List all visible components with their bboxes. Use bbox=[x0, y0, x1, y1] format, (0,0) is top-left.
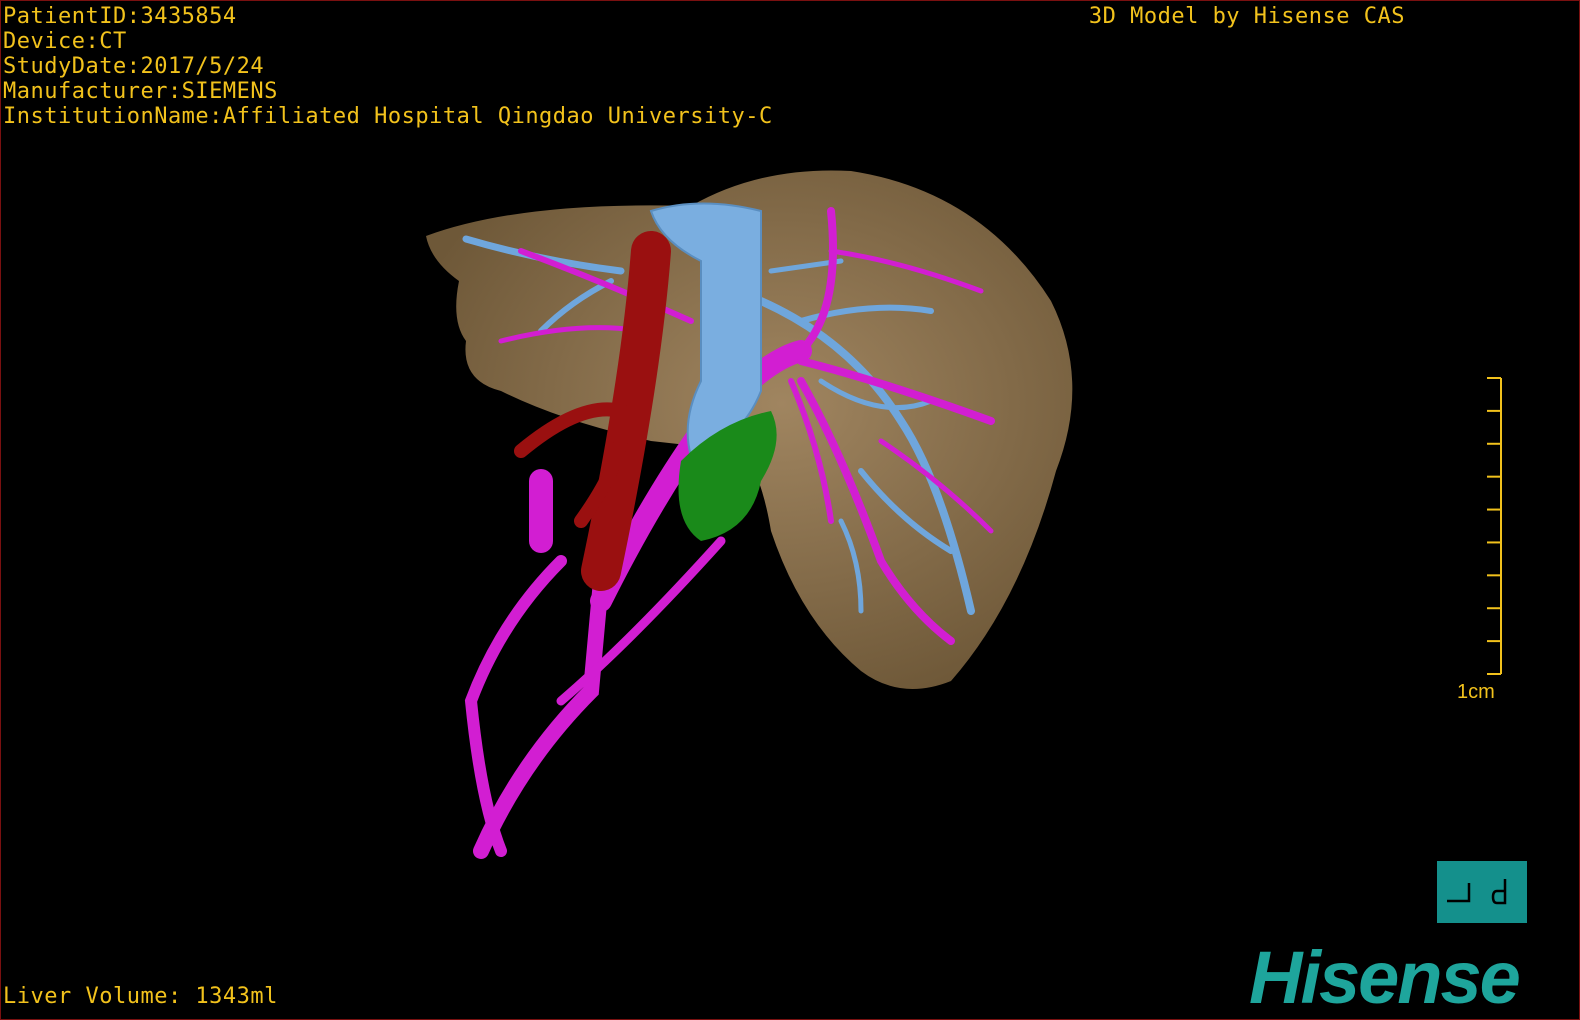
manufacturer: Manufacturer:SIEMENS bbox=[3, 79, 278, 104]
scale-bar bbox=[1487, 377, 1502, 675]
3d-viewport[interactable]: PatientID:3435854 Device:CT StudyDate:2017… bbox=[0, 0, 1580, 1020]
liver-3d-model[interactable] bbox=[1, 1, 1580, 1020]
liver-volume: Liver Volume: 1343ml bbox=[3, 984, 278, 1009]
study-date: StudyDate:2017/5/24 bbox=[3, 54, 265, 79]
scale-label: 1cm bbox=[1457, 681, 1495, 703]
device: Device:CT bbox=[3, 29, 127, 54]
orientation-cube-icon[interactable] bbox=[1437, 861, 1527, 923]
patient-id: PatientID:3435854 bbox=[3, 4, 237, 29]
study-info: PatientID:3435854 Device:CT StudyDate:2017… bbox=[3, 4, 773, 129]
institution-name: InstitutionName:Affiliated Hospital Qing… bbox=[3, 104, 773, 129]
orientation-glyphs bbox=[1447, 879, 1507, 905]
hisense-logo: Hisense bbox=[1249, 936, 1521, 1019]
model-brand-label: 3D Model by Hisense CAS bbox=[1088, 4, 1405, 29]
